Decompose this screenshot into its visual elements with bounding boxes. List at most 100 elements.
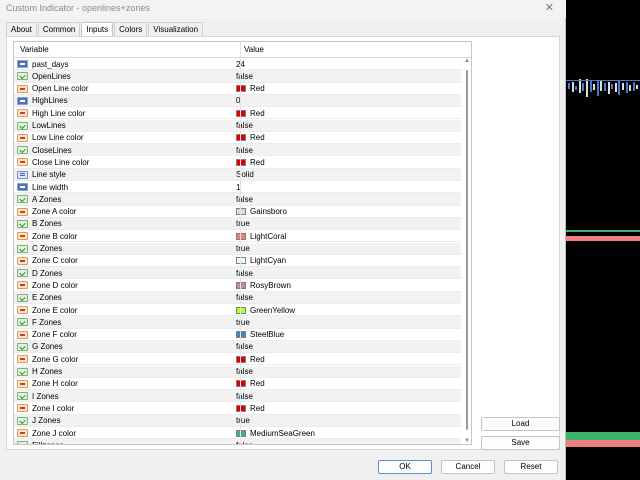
price-bar <box>618 81 621 95</box>
ok-button[interactable]: OK <box>378 460 432 474</box>
table-row[interactable]: C Zones true <box>14 242 461 255</box>
table-row[interactable]: H Zones false <box>14 365 461 378</box>
variable-value[interactable]: false <box>236 342 253 351</box>
variable-value[interactable]: SteelBlue <box>236 330 284 339</box>
load-button[interactable]: Load <box>481 417 560 431</box>
cancel-button[interactable]: Cancel <box>441 460 495 474</box>
variable-value[interactable]: Solid <box>236 170 254 179</box>
variable-value[interactable]: RosyBrown <box>236 281 291 290</box>
table-row[interactable]: HighLines 0 <box>14 94 461 108</box>
scroll-thumb[interactable] <box>466 70 468 430</box>
table-row[interactable]: D Zones false <box>14 267 461 280</box>
grid-scrollbar[interactable]: ▲ ▼ <box>463 58 471 444</box>
variable-name: Zone F color <box>32 330 77 340</box>
variable-value[interactable]: false <box>236 441 253 444</box>
value-text: RosyBrown <box>250 280 291 290</box>
table-row[interactable]: OpenLines false <box>14 70 461 83</box>
variable-value[interactable]: MediumSeaGreen <box>236 429 315 438</box>
table-row[interactable]: Open Line color Red <box>14 83 461 95</box>
variable-value[interactable]: false <box>236 293 253 302</box>
table-row[interactable]: Zone E color GreenYellow <box>14 304 461 317</box>
table-row[interactable]: E Zones false <box>14 291 461 304</box>
column-header-value[interactable]: Value <box>244 45 264 54</box>
value-text: Red <box>250 84 265 94</box>
table-row[interactable]: Zone H color Red <box>14 378 461 391</box>
price-bar <box>578 79 581 93</box>
save-button[interactable]: Save <box>481 436 560 450</box>
variable-value[interactable]: false <box>236 367 253 376</box>
variable-value[interactable]: Gainsboro <box>236 207 287 216</box>
table-row[interactable]: Zone I color Red <box>14 402 461 415</box>
table-row[interactable]: High Line color Red <box>14 107 461 120</box>
table-row[interactable]: Fillzones false <box>14 439 461 444</box>
table-row[interactable]: A Zones false <box>14 193 461 206</box>
tab-visualization[interactable]: Visualization <box>148 22 204 36</box>
table-row[interactable]: Zone B color LightCoral <box>14 230 461 243</box>
reset-button[interactable]: Reset <box>504 460 558 474</box>
table-row[interactable]: Zone J color MediumSeaGreen <box>14 427 461 440</box>
table-row[interactable]: J Zones true <box>14 414 461 427</box>
tab-inputs[interactable]: Inputs <box>81 22 114 37</box>
table-row[interactable]: Zone C color LightCyan <box>14 255 461 268</box>
price-bar <box>625 81 628 93</box>
variable-value[interactable]: false <box>236 392 253 401</box>
variable-name: A Zones <box>32 194 62 204</box>
table-row[interactable]: B Zones true <box>14 217 461 231</box>
variable-value[interactable]: false <box>236 72 253 81</box>
table-row[interactable]: Zone F color SteelBlue <box>14 329 461 341</box>
variable-value[interactable]: GreenYellow <box>236 306 295 315</box>
boolean-type-icon <box>17 219 28 228</box>
variable-value[interactable]: true <box>236 219 250 228</box>
table-row[interactable]: Zone G color Red <box>14 353 461 366</box>
inputs-grid: Variable Value past_days24OpenLines false… <box>13 41 472 445</box>
value-text: false <box>236 121 253 130</box>
variable-name: G Zones <box>32 342 63 352</box>
variable-value[interactable]: true <box>236 318 250 327</box>
price-bar <box>611 83 614 89</box>
color-swatch <box>236 429 246 437</box>
price-bar <box>596 80 599 96</box>
chart-zone-band-red <box>566 236 640 241</box>
variable-name: Line width <box>32 182 69 192</box>
chart-zone-band-red-lower <box>566 440 640 447</box>
price-bar <box>593 84 596 90</box>
variable-value[interactable]: LightCyan <box>236 256 286 265</box>
variable-value[interactable]: true <box>236 244 250 253</box>
table-row[interactable]: past_days24 <box>14 58 461 71</box>
tab-about[interactable]: About <box>6 22 37 36</box>
color-type-icon <box>17 133 28 142</box>
tab-colors[interactable]: Colors <box>114 22 148 36</box>
boolean-type-icon <box>17 367 28 376</box>
value-text: MediumSeaGreen <box>250 428 315 438</box>
table-row[interactable]: Low Line color Red <box>14 132 461 145</box>
variable-value[interactable]: LightCoral <box>236 232 286 241</box>
table-row[interactable]: Zone A color Gainsboro <box>14 206 461 218</box>
color-type-icon <box>17 330 28 339</box>
column-header-variable[interactable]: Variable <box>20 45 49 54</box>
table-row[interactable]: G Zones false <box>14 340 461 354</box>
number-type-icon <box>17 183 28 191</box>
price-bar <box>629 85 632 91</box>
variable-value[interactable]: false <box>236 195 253 204</box>
boolean-type-icon <box>17 269 28 278</box>
variable-value[interactable]: true <box>236 416 250 425</box>
table-row[interactable]: CloseLines false <box>14 144 461 157</box>
variable-name: Line style <box>32 170 66 180</box>
table-row[interactable]: Line width 1 <box>14 181 461 194</box>
price-bar <box>571 82 574 92</box>
value-text: false <box>236 391 253 401</box>
variable-name: Zone E color <box>32 305 78 315</box>
scroll-down-icon[interactable]: ▼ <box>464 438 470 444</box>
table-row[interactable]: Close Line color Red <box>14 156 461 169</box>
table-row[interactable]: I Zones false <box>14 390 461 403</box>
scroll-up-icon[interactable]: ▲ <box>464 58 470 64</box>
table-row[interactable]: Zone D color RosyBrown <box>14 279 461 292</box>
table-row[interactable]: F Zones true <box>14 316 461 329</box>
tab-common[interactable]: Common <box>37 22 81 36</box>
table-row[interactable]: LowLines false <box>14 119 461 132</box>
variable-value[interactable]: false <box>236 269 253 278</box>
close-icon[interactable]: ✕ <box>545 1 554 14</box>
variable-value[interactable]: false <box>236 146 253 155</box>
table-row[interactable]: Line style Solid <box>14 168 461 181</box>
variable-value[interactable]: false <box>236 121 253 130</box>
